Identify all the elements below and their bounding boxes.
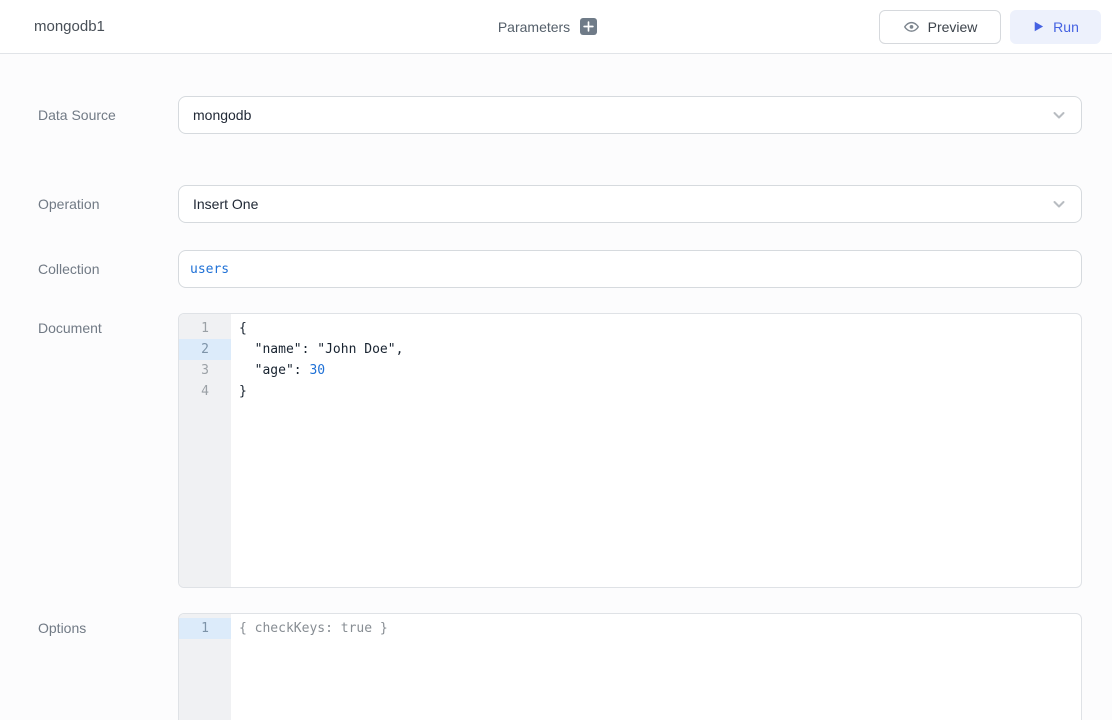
line-number-gutter: 1 2 3 4 bbox=[179, 314, 231, 587]
collection-input[interactable]: users bbox=[178, 250, 1082, 288]
code-line: "age": 30 bbox=[239, 360, 1081, 381]
header-left: mongodb1 bbox=[34, 18, 498, 35]
data-source-label: Data Source bbox=[38, 107, 178, 123]
parameters-section: Parameters bbox=[498, 18, 597, 35]
line-number: 4 bbox=[179, 381, 231, 402]
data-source-dropdown[interactable]: mongodb bbox=[178, 96, 1082, 134]
line-number: 3 bbox=[179, 360, 231, 381]
eye-icon bbox=[903, 18, 920, 35]
plus-icon bbox=[583, 21, 594, 32]
run-button-label: Run bbox=[1053, 19, 1079, 35]
document-row: Document 1 2 3 4 { "name": "John Doe", "… bbox=[0, 313, 1112, 588]
options-placeholder: { checkKeys: true } bbox=[239, 621, 388, 636]
code-line: { checkKeys: true } bbox=[239, 618, 1081, 639]
query-title[interactable]: mongodb1 bbox=[34, 18, 105, 35]
options-label: Options bbox=[38, 613, 178, 636]
parameters-label: Parameters bbox=[498, 19, 570, 35]
line-number-active: 1 bbox=[179, 618, 231, 639]
line-number: 1 bbox=[179, 318, 231, 339]
operation-dropdown[interactable]: Insert One bbox=[178, 185, 1082, 223]
preview-button-label: Preview bbox=[928, 19, 978, 35]
operation-value: Insert One bbox=[193, 196, 258, 212]
code-line: { bbox=[239, 318, 1081, 339]
chevron-down-icon bbox=[1051, 196, 1067, 212]
collection-row: Collection users bbox=[0, 250, 1112, 288]
code-line: "name": "John Doe", bbox=[239, 339, 1081, 360]
operation-label: Operation bbox=[38, 196, 178, 212]
chevron-down-icon bbox=[1051, 107, 1067, 123]
operation-row: Operation Insert One bbox=[0, 185, 1112, 223]
play-icon bbox=[1032, 20, 1045, 33]
header-bar: mongodb1 Parameters Preview Run bbox=[0, 0, 1112, 54]
options-code-area: { checkKeys: true } bbox=[231, 614, 1081, 720]
query-form: Data Source mongodb Operation Insert One… bbox=[0, 54, 1112, 720]
collection-value: users bbox=[190, 262, 229, 277]
run-button[interactable]: Run bbox=[1010, 10, 1101, 44]
add-parameter-button[interactable] bbox=[580, 18, 597, 35]
options-code-editor[interactable]: 1 { checkKeys: true } bbox=[178, 613, 1082, 720]
data-source-row: Data Source mongodb bbox=[0, 96, 1112, 134]
options-row: Options 1 { checkKeys: true } bbox=[0, 613, 1112, 720]
document-code-area: { "name": "John Doe", "age": 30 } bbox=[231, 314, 1081, 587]
header-actions: Preview Run bbox=[637, 10, 1101, 44]
preview-button[interactable]: Preview bbox=[879, 10, 1001, 44]
code-line: } bbox=[239, 381, 1081, 402]
line-number-gutter: 1 bbox=[179, 614, 231, 720]
collection-label: Collection bbox=[38, 261, 178, 277]
line-number-active: 2 bbox=[179, 339, 231, 360]
document-code-editor[interactable]: 1 2 3 4 { "name": "John Doe", "age": 30 … bbox=[178, 313, 1082, 588]
data-source-value: mongodb bbox=[193, 107, 251, 123]
document-label: Document bbox=[38, 313, 178, 336]
